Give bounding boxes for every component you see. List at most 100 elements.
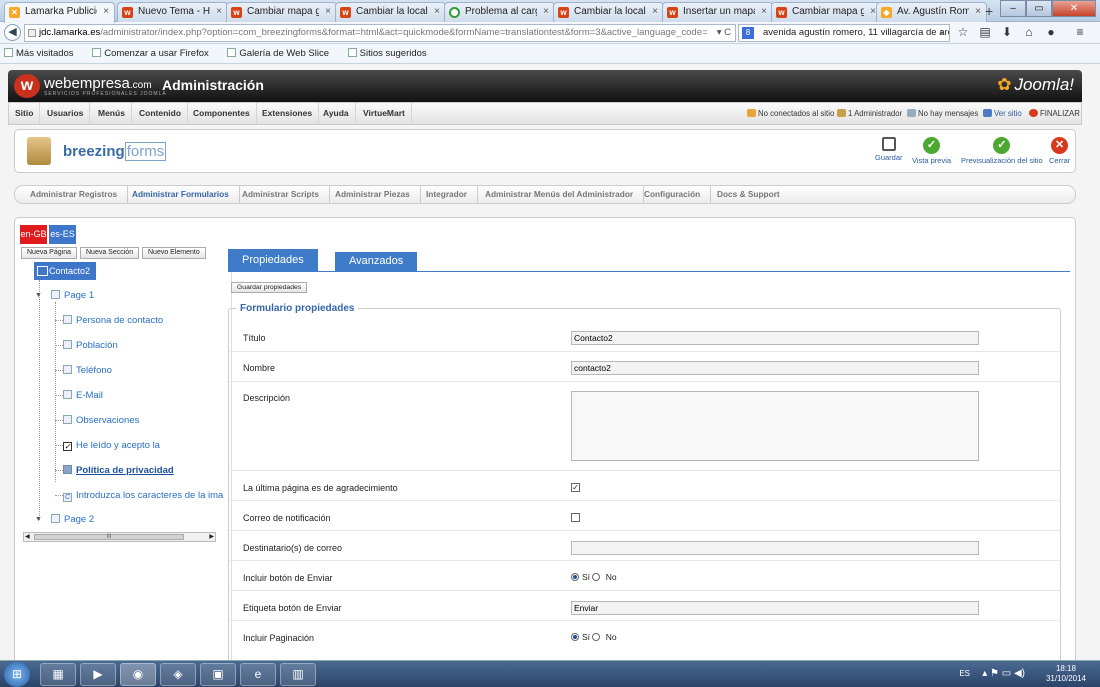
browser-tab[interactable]: Problema al carga...× [444, 2, 555, 22]
back-arrow-icon[interactable]: ◀ [4, 24, 21, 41]
tree-item[interactable]: Teléfono [63, 365, 112, 376]
tree-item-selected[interactable]: Política de privacidad [63, 465, 174, 476]
submit-button-radio[interactable]: Sí No [571, 572, 617, 582]
search-icon[interactable]: ⌕ [940, 25, 945, 41]
submenu-scripts[interactable]: Administrar Scripts [232, 186, 330, 203]
tree-item[interactable]: C Introduzca los caracteres de la ima [63, 490, 223, 502]
app-icon[interactable]: ▣ [200, 663, 236, 686]
close-button[interactable]: ✕ Cerrar [1049, 137, 1070, 165]
submenu-menus-admin[interactable]: Administrar Menús del Administrador [475, 186, 645, 203]
reload-icon[interactable]: ▾ C [717, 25, 731, 41]
tree-item[interactable]: ✓ He leído y acepto la [63, 440, 160, 451]
submenu-docs[interactable]: Docs & Support [707, 186, 790, 203]
logout-link[interactable]: FINALIZAR [1029, 103, 1080, 124]
bookmark-item[interactable]: Sitios sugeridos [347, 48, 435, 59]
internet-explorer-icon[interactable]: e [240, 663, 276, 686]
tray-icons[interactable]: ▴ ⚑ ▭ ◀) [982, 668, 1025, 687]
radio-si[interactable] [571, 633, 579, 641]
menu-virtuemart[interactable]: VirtueMart [357, 103, 412, 124]
browser-tab[interactable]: wNuevo Tema - Ho...× [117, 2, 228, 22]
close-tab-icon[interactable]: × [103, 6, 109, 17]
status-messages[interactable]: No hay mensajes [907, 103, 978, 124]
tab-propiedades[interactable]: Propiedades [228, 249, 318, 271]
new-element-button[interactable]: Nuevo Elemento [142, 247, 206, 259]
browser-tab[interactable]: wInsertar un mapa e...× [662, 2, 773, 22]
radio-no[interactable] [592, 633, 601, 641]
close-tab-icon[interactable]: × [325, 6, 331, 17]
menu-menus[interactable]: Menús [92, 103, 132, 124]
scroll-right-icon[interactable]: ▶ [209, 533, 214, 540]
explorer-icon[interactable]: ▦ [40, 663, 76, 686]
tab-avanzados[interactable]: Avanzados [335, 252, 418, 271]
last-page-thanks-checkbox[interactable]: ✓ [571, 483, 580, 492]
save-button[interactable]: Guardar [875, 137, 903, 162]
save-properties-button[interactable]: Guardar propiedades [231, 282, 308, 293]
close-tab-icon[interactable]: × [543, 6, 549, 17]
name-input[interactable]: contacto2 [571, 361, 979, 375]
firefox-icon[interactable]: ◉ [120, 663, 156, 686]
tree-node-page-1[interactable]: Page 1 [51, 290, 94, 301]
submenu-formularios[interactable]: Administrar Formularios [122, 186, 240, 203]
browser-tab[interactable]: wCambiar la localiz...× [553, 2, 664, 22]
menu-usuarios[interactable]: Usuarios [41, 103, 91, 124]
tree-item[interactable]: Observaciones [63, 415, 139, 426]
pagination-radio[interactable]: Sí No [571, 632, 617, 642]
close-tab-icon[interactable]: × [216, 6, 222, 17]
browser-tab[interactable]: wCambiar mapa go...× [771, 2, 882, 22]
windows-start-icon[interactable]: ⊞ [4, 662, 30, 687]
download-icon[interactable]: ⬇ [999, 25, 1015, 39]
tree-item[interactable]: Población [63, 340, 118, 351]
close-tab-icon[interactable]: × [975, 6, 981, 17]
site-identity-icon[interactable] [28, 29, 36, 37]
menu-componentes[interactable]: Componentes [187, 103, 257, 124]
preview-button[interactable]: ✓ Vista previa [912, 137, 951, 165]
submenu-piezas[interactable]: Administrar Piezas [325, 186, 421, 203]
addon-icon[interactable]: ● [1043, 25, 1059, 39]
minimize-icon[interactable]: – [1000, 0, 1026, 17]
lang-es-es[interactable]: es-ES [49, 225, 76, 244]
search-engine-icon[interactable]: 8 [742, 27, 754, 39]
close-tab-icon[interactable]: × [761, 6, 767, 17]
bookmark-item[interactable]: Más visitados [4, 48, 82, 59]
menu-contenido[interactable]: Contenido [133, 103, 189, 124]
archive-icon[interactable]: ▥ [280, 663, 316, 686]
new-tab-icon[interactable]: + [985, 3, 993, 19]
mail-recipients-input[interactable] [571, 541, 979, 555]
new-section-button[interactable]: Nueva Sección [80, 247, 140, 259]
radio-si[interactable] [571, 573, 579, 581]
media-player-icon[interactable]: ▶ [80, 663, 116, 686]
app-icon[interactable]: ◈ [160, 663, 196, 686]
menu-ayuda[interactable]: Ayuda [317, 103, 356, 124]
title-input[interactable]: Contacto2 [571, 331, 979, 345]
bookmark-star-icon[interactable]: ☆ [955, 25, 971, 39]
menu-extensiones[interactable]: Extensiones [256, 103, 320, 124]
browser-tab[interactable]: wCambiar la localiz...× [335, 2, 446, 22]
view-site-link[interactable]: Ver sitio [983, 103, 1022, 124]
expand-arrow-icon[interactable]: ▼ [35, 292, 42, 299]
close-window-icon[interactable]: ✕ [1052, 0, 1096, 17]
submit-label-input[interactable]: Enviar [571, 601, 979, 615]
submenu-integrador[interactable]: Integrador [416, 186, 479, 203]
close-tab-icon[interactable]: × [652, 6, 658, 17]
search-input[interactable]: 8 avenida agustín romero, 11 villagarcía … [738, 24, 950, 42]
tree-horizontal-scrollbar[interactable]: ◀ III ▶ [23, 532, 216, 542]
close-tab-icon[interactable]: × [434, 6, 440, 17]
browser-tab[interactable]: wCambiar mapa go...× [226, 2, 337, 22]
bookmark-item[interactable]: Galería de Web Slice [227, 48, 337, 59]
scroll-left-icon[interactable]: ◀ [25, 533, 30, 540]
new-page-button[interactable]: Nueva Página [21, 247, 77, 259]
radio-no[interactable] [592, 573, 601, 581]
expand-arrow-icon[interactable]: ▼ [35, 516, 42, 523]
home-icon[interactable]: ⌂ [1021, 25, 1037, 39]
scrollbar-thumb[interactable]: III [34, 534, 184, 540]
notification-mail-checkbox[interactable] [571, 513, 580, 522]
description-textarea[interactable] [571, 391, 979, 461]
submenu-registros[interactable]: Administrar Registros [20, 186, 129, 203]
menu-icon[interactable]: ≡ [1065, 25, 1095, 39]
tree-node-page-2[interactable]: Page 2 [51, 514, 94, 525]
bookmark-item[interactable]: Comenzar a usar Firefox [92, 48, 217, 59]
tree-item[interactable]: Persona de contacto [63, 315, 163, 326]
maximize-icon[interactable]: ▭ [1026, 0, 1052, 17]
language-indicator[interactable]: ES [959, 669, 970, 687]
submenu-configuracion[interactable]: Configuración [634, 186, 712, 203]
